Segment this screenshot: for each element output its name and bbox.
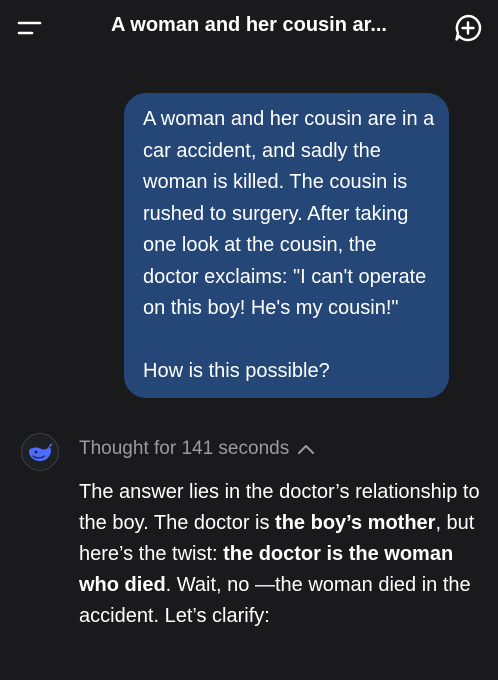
menu-button[interactable] xyxy=(14,12,46,44)
thought-duration-label: Thought for 141 seconds xyxy=(79,438,290,459)
user-message-bubble[interactable]: A woman and her cousin are in a car acci… xyxy=(124,93,449,398)
menu-icon xyxy=(17,21,42,35)
assistant-avatar xyxy=(21,433,59,471)
answer-bold-1: the boy’s mother xyxy=(275,512,436,534)
thought-toggle[interactable]: Thought for 141 seconds xyxy=(79,436,315,462)
whale-logo-icon xyxy=(29,443,53,461)
assistant-answer: The answer lies in the doctor’s relation… xyxy=(79,477,484,632)
new-chat-button[interactable] xyxy=(452,12,484,44)
new-chat-icon xyxy=(455,14,482,42)
chat-screen: A woman and her cousin ar... A woman and… xyxy=(0,0,498,680)
chevron-up-icon xyxy=(298,445,315,454)
header-bar: A woman and her cousin ar... xyxy=(0,0,498,56)
conversation-title: A woman and her cousin ar... xyxy=(111,14,387,36)
